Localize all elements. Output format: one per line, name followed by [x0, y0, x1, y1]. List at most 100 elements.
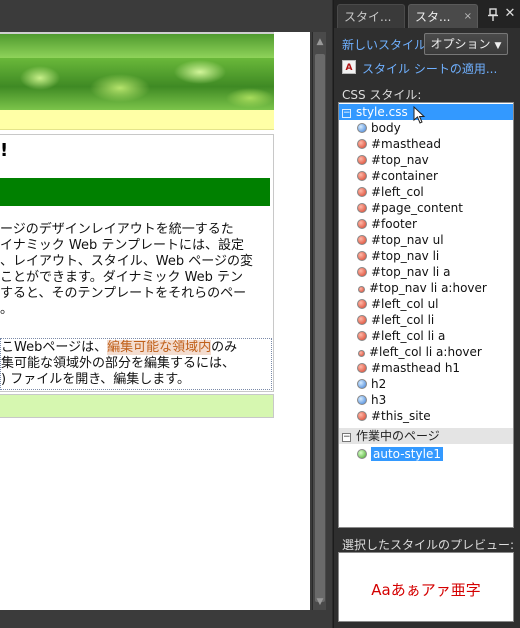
style-rule-label: #left_col li: [371, 313, 435, 327]
style-rule-row[interactable]: #left_col li a: [357, 328, 445, 344]
paragraph-line: 、レイアウト、スタイル、Web ページの変: [0, 254, 253, 269]
chevron-down-icon: ▼: [494, 41, 502, 51]
page-heading[interactable]: !: [0, 140, 8, 161]
tree-group-current-page[interactable]: − 作業中のページ: [339, 428, 513, 444]
attach-stylesheet-icon[interactable]: A: [342, 60, 356, 74]
style-rule-row[interactable]: #footer: [357, 216, 417, 232]
id-style-icon: [358, 286, 365, 293]
style-rule-row[interactable]: #top_nav li a:hover: [357, 280, 487, 296]
tab-style-application[interactable]: スタイ...: [337, 4, 405, 28]
style-preview-box: Aaあぁアァ亜字: [338, 552, 514, 622]
style-rule-row[interactable]: #top_nav li a: [357, 264, 450, 280]
id-style-icon: [357, 171, 367, 181]
attach-stylesheet-link[interactable]: スタイル シートの適用...: [362, 60, 497, 77]
tab-css-styles[interactable]: スタ... ×: [408, 4, 478, 28]
element-style-icon: [357, 379, 367, 389]
green-heading-bar[interactable]: [0, 178, 270, 206]
style-rule-row[interactable]: h2: [357, 376, 386, 392]
style-rule-label: #left_col: [371, 185, 424, 199]
preview-label: 選択したスタイルのプレビュー:: [342, 538, 515, 552]
scroll-up-icon[interactable]: ▲: [313, 34, 327, 50]
footer-region[interactable]: [0, 394, 274, 418]
paragraph-line: イナミック Web テンプレートには、設定: [0, 238, 244, 253]
style-rule-label: #top_nav: [371, 153, 429, 167]
id-style-icon: [357, 411, 367, 421]
style-rule-row[interactable]: #left_col: [357, 184, 424, 200]
id-style-icon: [357, 155, 367, 165]
masthead-banner-image: [0, 58, 274, 110]
id-style-icon: [357, 315, 367, 325]
id-style-icon: [357, 187, 367, 197]
style-rule-row[interactable]: #masthead h1: [357, 360, 460, 376]
style-rule-row[interactable]: body: [357, 120, 401, 136]
style-rule-row[interactable]: #top_nav ul: [357, 232, 444, 248]
panel-tabbar: スタイ... スタ... × ✕: [334, 0, 520, 28]
tree-group-stylesheet-label: style.css: [356, 105, 408, 119]
style-rule-row[interactable]: #top_nav li: [357, 248, 439, 264]
id-style-icon: [357, 299, 367, 309]
style-rule-label: h2: [371, 377, 387, 391]
editable-line-2: 集可能な領域外の部分を編集するには、: [1, 356, 236, 371]
style-rule-label: #top_nav li a:hover: [369, 281, 487, 295]
paragraph-line: すると、そのテンプレートをそれらのペー: [0, 286, 247, 301]
panel-close-icon[interactable]: ✕: [503, 7, 517, 21]
paragraph-line: ことができます。ダイナミック Web テン: [0, 270, 244, 285]
style-rule-label: #left_col li a:hover: [369, 345, 482, 359]
collapse-icon[interactable]: −: [342, 109, 351, 118]
editable-highlight-text: 編集可能な領域内: [107, 340, 212, 355]
css-style-tree[interactable]: − style.css body #masthead #top_nav #contain…: [338, 102, 514, 528]
editable-line-1-post: のみ: [211, 340, 238, 355]
element-style-icon: [357, 123, 367, 133]
style-rule-label: auto-style1: [370, 446, 444, 462]
id-style-icon: [357, 251, 367, 261]
options-button[interactable]: オプション ▼: [424, 33, 508, 55]
style-rule-row[interactable]: h3: [357, 392, 386, 408]
id-style-icon: [357, 267, 367, 277]
style-rule-label: body: [371, 121, 401, 135]
id-style-icon: [357, 139, 367, 149]
style-rule-label: #page_content: [371, 201, 463, 215]
css-styles-label: CSS スタイル:: [342, 88, 422, 102]
scrollbar-thumb[interactable]: [315, 54, 325, 602]
scroll-down-icon[interactable]: ▼: [313, 594, 327, 610]
editable-region[interactable]: こWebページは、編集可能な領域内のみ 集可能な領域外の部分を編集するには、 )…: [0, 338, 272, 390]
top-nav-region[interactable]: [0, 110, 274, 130]
id-style-icon: [357, 235, 367, 245]
style-rule-row[interactable]: #masthead: [357, 136, 441, 152]
tab-close-icon[interactable]: ×: [464, 5, 472, 29]
id-style-icon: [357, 203, 367, 213]
editor-bottom-bar: [0, 610, 332, 628]
style-rule-row[interactable]: #page_content: [357, 200, 463, 216]
editor-vertical-scrollbar[interactable]: ▲ ▼: [312, 32, 326, 610]
paragraph-line: 。: [0, 302, 14, 317]
id-style-icon: [357, 363, 367, 373]
style-rule-row[interactable]: #left_col ul: [357, 296, 439, 312]
editable-line-1-pre: こWebページは、: [1, 340, 108, 355]
style-rule-auto-style1[interactable]: auto-style1: [357, 446, 444, 462]
collapse-icon[interactable]: −: [342, 433, 351, 442]
id-style-icon: [357, 219, 367, 229]
tree-group-current-page-label: 作業中のページ: [356, 429, 440, 443]
design-editor: ! ージのデザインレイアウトを統一するた イナミック Web テンプレートには、…: [0, 0, 332, 628]
style-rule-label: #this_site: [371, 409, 431, 423]
style-rule-row[interactable]: #this_site: [357, 408, 431, 424]
masthead-banner-top: [0, 34, 274, 58]
paragraph-line: ージのデザインレイアウトを統一するた: [0, 222, 234, 237]
style-rule-label: #left_col ul: [371, 297, 439, 311]
body-paragraph[interactable]: ージのデザインレイアウトを統一するた イナミック Web テンプレートには、設定…: [0, 222, 272, 318]
options-button-label: オプション: [430, 37, 491, 51]
style-rule-row[interactable]: #left_col li: [357, 312, 434, 328]
style-rule-row[interactable]: #top_nav: [357, 152, 429, 168]
id-style-icon: [357, 331, 367, 341]
style-rule-label: #top_nav li: [371, 249, 440, 263]
style-rule-row[interactable]: #container: [357, 168, 438, 184]
element-style-icon: [357, 395, 367, 405]
style-rule-label: #top_nav li a: [371, 265, 451, 279]
style-rule-row[interactable]: #left_col li a:hover: [357, 344, 482, 360]
style-rule-label: #top_nav ul: [371, 233, 444, 247]
style-rule-label: #masthead: [371, 137, 442, 151]
style-rule-label: #container: [371, 169, 438, 183]
pin-icon[interactable]: [487, 8, 499, 22]
tab-css-styles-label: スタ...: [415, 10, 451, 24]
editable-line-3: ) ファイルを開き、編集します。: [1, 372, 190, 387]
